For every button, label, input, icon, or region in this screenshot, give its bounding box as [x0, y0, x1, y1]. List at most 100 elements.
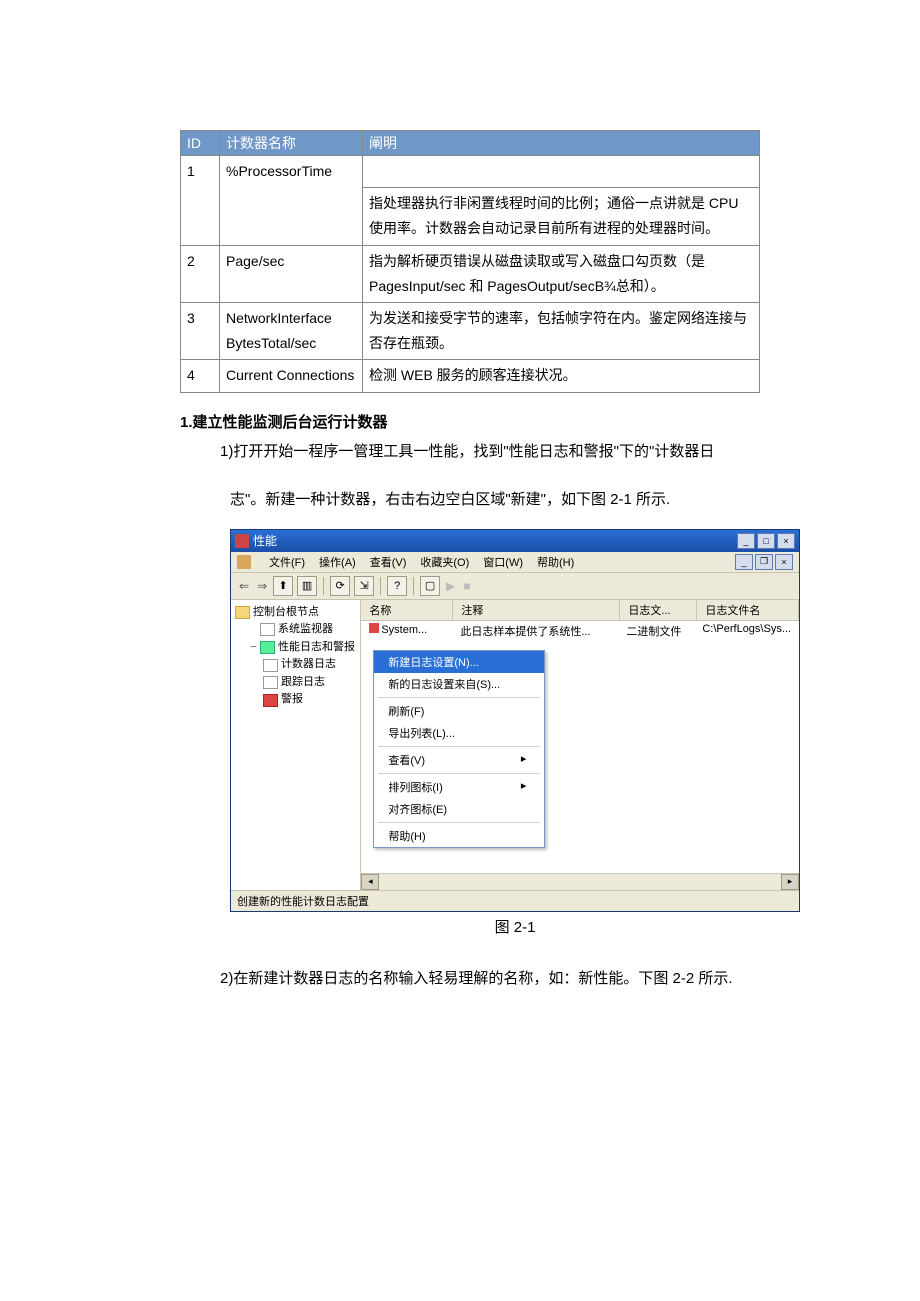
submenu-arrow-icon: ▸	[521, 752, 527, 768]
menu-label: 排列图标(I)	[388, 779, 442, 795]
scroll-right-button[interactable]: ▸	[781, 874, 799, 890]
up-button[interactable]: ⬆	[273, 576, 293, 596]
tree-pane: 控制台根节点 系统监视器 − 性能日志和警报 计数器日志	[231, 600, 361, 890]
toolbar: ⇐ ⇒ ⬆ ▥ ⟳ ⇲ ? ▢ ▶ ■	[231, 573, 799, 600]
col-note[interactable]: 注释	[453, 600, 620, 620]
ctx-refresh[interactable]: 刷新(F)	[374, 700, 544, 722]
status-bar: 创建新的性能计数日志配置	[231, 890, 799, 911]
menu-separator	[378, 773, 540, 774]
h-scrollbar[interactable]: ◂ ▸	[361, 873, 799, 890]
maximize-button[interactable]: □	[757, 533, 775, 549]
submenu-arrow-icon: ▸	[521, 779, 527, 795]
menu-icon	[237, 555, 251, 569]
menu-label: 新的日志设置来自(S)...	[388, 676, 500, 692]
menu-file[interactable]: 文件(F)	[269, 554, 305, 570]
file-icon	[263, 659, 278, 672]
list-header: 名称 注释 日志文... 日志文件名	[361, 600, 799, 621]
cell-name: %ProcessorTime	[220, 156, 363, 246]
paragraph: 2)在新建计数器日志的名称输入轻易理解的名称，如：新性能。下图 2-2 所示.	[220, 965, 800, 994]
menu-label: 查看(V)	[388, 752, 425, 768]
tree-system-monitor[interactable]: 系统监视器	[249, 621, 356, 639]
refresh-button[interactable]: ⟳	[330, 576, 350, 596]
tree-counter-logs[interactable]: 计数器日志	[263, 656, 356, 674]
titlebar: 性能 _ □ ×	[231, 530, 799, 552]
perf-window: 性能 _ □ × 文件(F) 操作(A) 查看(V) 收藏夹(O) 窗口(W) …	[230, 529, 800, 912]
chart-icon	[260, 641, 275, 654]
cell-name: Page/sec	[220, 245, 363, 302]
play-button[interactable]: ▶	[444, 579, 457, 593]
figure-caption: 图 2-1	[230, 916, 800, 937]
help-button[interactable]: ?	[387, 576, 407, 596]
ctx-export[interactable]: 导出列表(L)...	[374, 722, 544, 744]
file-icon	[263, 676, 278, 689]
cell-desc	[363, 156, 760, 188]
close-button[interactable]: ×	[777, 533, 795, 549]
th-name: 计数器名称	[220, 131, 363, 156]
ctx-new-from[interactable]: 新的日志设置来自(S)...	[374, 673, 544, 695]
menu-window[interactable]: 窗口(W)	[483, 554, 523, 570]
toolbar-separator	[323, 577, 324, 595]
cell-id: 1	[181, 156, 220, 246]
back-button[interactable]: ⇐	[237, 579, 251, 593]
paragraph: 1)打开开始一程序一管理工具一性能，找到"性能日志和警报"下的"计数器日	[220, 438, 800, 467]
menu-separator	[378, 822, 540, 823]
tree-root[interactable]: 控制台根节点	[235, 604, 356, 622]
counter-table: ID 计数器名称 阐明 1 %ProcessorTime 指处理器执行非闲置线程…	[180, 130, 760, 393]
toolbar-separator	[380, 577, 381, 595]
ctx-align-icons[interactable]: 对齐图标(E)	[374, 798, 544, 820]
cell-id: 2	[181, 245, 220, 302]
menu-separator	[378, 746, 540, 747]
cell-desc: 检测 WEB 服务的顾客连接状况。	[363, 360, 760, 392]
log-icon	[369, 623, 379, 633]
ctx-help[interactable]: 帮助(H)	[374, 825, 544, 847]
menu-label: 刷新(F)	[388, 703, 424, 719]
menu-favorites[interactable]: 收藏夹(O)	[420, 554, 469, 570]
cell-name: NetworkInterface BytesTotal/sec	[220, 302, 363, 359]
export-button[interactable]: ⇲	[354, 576, 374, 596]
file-icon	[260, 623, 275, 636]
cell: 此日志样本提供了系统性...	[452, 621, 618, 641]
menubar: 文件(F) 操作(A) 查看(V) 收藏夹(O) 窗口(W) 帮助(H) _ ❐…	[231, 552, 799, 573]
stop-button[interactable]: ■	[461, 579, 472, 593]
show-hide-button[interactable]: ▥	[297, 576, 317, 596]
col-file[interactable]: 日志文件名	[697, 600, 799, 620]
new-button[interactable]: ▢	[420, 576, 440, 596]
cell-desc: 指处理器执行非闲置线程时间的比例；通俗一点讲就是 CPU 使用率。计数器会自动记…	[363, 188, 760, 245]
menu-label: 新建日志设置(N)...	[388, 654, 478, 670]
tree-label: 系统监视器	[278, 621, 333, 639]
tree-trace-logs[interactable]: 跟踪日志	[263, 674, 356, 692]
paragraph: 志"。新建一种计数器，右击右边空白区域"新建"，如下图 2-1 所示.	[230, 486, 800, 515]
col-type[interactable]: 日志文...	[620, 600, 697, 620]
section-heading: 1.建立性能监测后台运行计数器	[180, 411, 860, 432]
list-row[interactable]: System... 此日志样本提供了系统性... 二进制文件 C:\PerfLo…	[361, 621, 799, 641]
menu-label: 帮助(H)	[388, 828, 425, 844]
menu-separator	[378, 697, 540, 698]
col-name[interactable]: 名称	[361, 600, 453, 620]
scroll-left-button[interactable]: ◂	[361, 874, 379, 890]
cell: 二进制文件	[618, 621, 694, 641]
minimize-button[interactable]: _	[737, 533, 755, 549]
table-row: 2 Page/sec 指为解析硬页错误从磁盘读取或写入磁盘口勾页数（是 Page…	[181, 245, 760, 302]
tree-label: 性能日志和警报	[278, 639, 355, 657]
context-menu: 新建日志设置(N)... 新的日志设置来自(S)... 刷新(F) 导出列表(L…	[373, 650, 545, 848]
table-row: 1 %ProcessorTime	[181, 156, 760, 188]
menu-action[interactable]: 操作(A)	[319, 554, 356, 570]
tree-label: 控制台根节点	[253, 604, 319, 622]
list-pane: 名称 注释 日志文... 日志文件名 System... 此日志样本提供了系统性…	[361, 600, 799, 890]
mdi-close-button[interactable]: ×	[775, 554, 793, 570]
th-desc: 阐明	[363, 131, 760, 156]
mdi-restore-button[interactable]: ❐	[755, 554, 773, 570]
menu-help[interactable]: 帮助(H)	[537, 554, 574, 570]
cell: C:\PerfLogs\Sys...	[694, 621, 799, 641]
mdi-minimize-button[interactable]: _	[735, 554, 753, 570]
ctx-arrange-icons[interactable]: 排列图标(I) ▸	[374, 776, 544, 798]
ctx-new-log-setting[interactable]: 新建日志设置(N)...	[374, 651, 544, 673]
tree-perf-logs-alerts[interactable]: − 性能日志和警报	[249, 639, 356, 657]
tree-label: 计数器日志	[281, 656, 336, 674]
tree-alerts[interactable]: 警报	[263, 691, 356, 709]
menu-view[interactable]: 查看(V)	[370, 554, 407, 570]
cell-name: Current Connections	[220, 360, 363, 392]
table-row: 4 Current Connections 检测 WEB 服务的顾客连接状况。	[181, 360, 760, 392]
forward-button[interactable]: ⇒	[255, 579, 269, 593]
ctx-view[interactable]: 查看(V) ▸	[374, 749, 544, 771]
